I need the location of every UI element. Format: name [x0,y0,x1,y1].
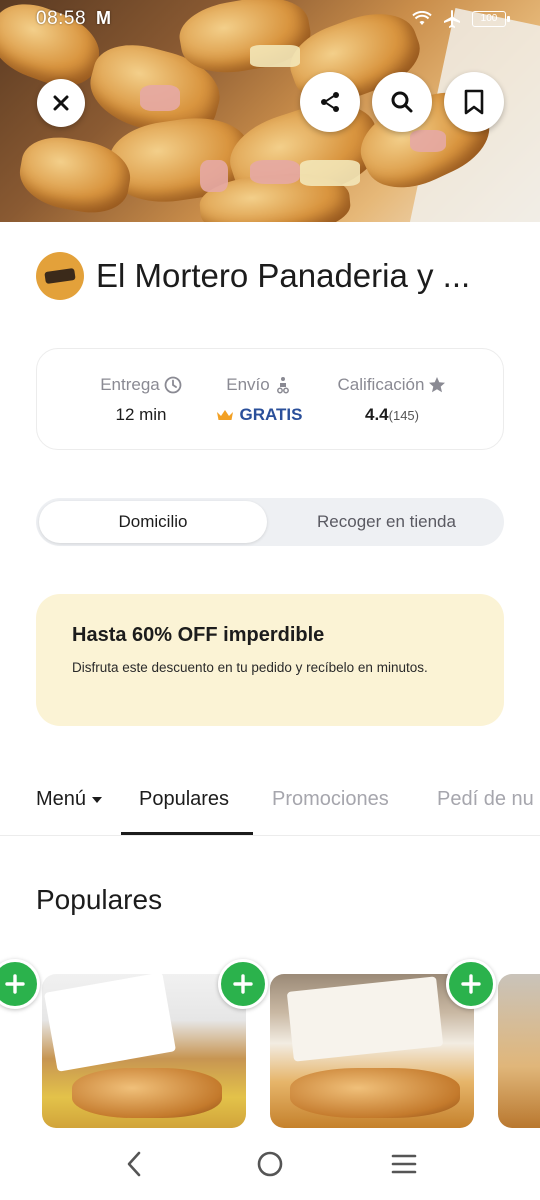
close-button[interactable] [37,79,85,127]
share-icon [321,92,339,112]
store-info-card: Entrega 12 min Envío GRATIS Calificación… [36,348,504,450]
promo-description: Disfruta este descuento en tu pedido y r… [72,660,428,675]
status-icons: 100 [412,9,510,29]
tab-promociones[interactable]: Promociones [272,788,389,811]
cheese-slice [300,160,360,186]
crown-icon [216,410,233,420]
menu-dropdown[interactable]: Menú [36,788,103,811]
product-image-box-lid [43,974,177,1072]
active-tab-indicator [121,832,253,835]
tab-populares[interactable]: Populares [139,788,229,811]
plus-icon [5,974,25,994]
back-button[interactable] [118,1148,150,1180]
delivery-option[interactable]: Domicilio [39,501,267,543]
recents-button[interactable] [388,1148,420,1180]
pickup-option[interactable]: Recoger en tienda [272,501,501,543]
ham-slice [200,160,228,192]
tab-pedi-de-nuevo[interactable]: Pedí de nu [437,788,534,811]
menu-dropdown-label: Menú [36,788,87,810]
shipping-label: Envío [226,375,270,394]
shipping-label-row: Envío [209,375,309,395]
delivery-time-label: Entrega [100,375,160,394]
star-icon [429,377,446,393]
plus-icon [461,974,481,994]
category-tabs: Menú Populares Promociones Pedí de nu [0,770,540,836]
store-header: El Mortero Panaderia y ... [36,252,506,300]
rating-group: 4.4 (145) [365,405,419,425]
delivery-time-info: Entrega 12 min [91,375,191,425]
add-product-button[interactable] [218,959,268,1009]
bookmark-icon [464,89,484,115]
store-name: El Mortero Panaderia y ... [96,257,471,294]
rating-info: Calificación 4.4 (145) [327,375,457,425]
shipping-info: Envío GRATIS [209,375,309,425]
share-button[interactable] [300,72,360,132]
battery-icon: 100 [472,11,510,27]
product-image-pastries [72,1068,222,1118]
product-image-pastries [290,1068,460,1118]
back-icon [127,1151,141,1177]
ham-slice [410,130,446,152]
delivery-mode-toggle: Domicilio Recoger en tienda [36,498,504,546]
rating-value-row: 4.4 (145) [327,405,457,425]
status-bar: 08:58 M 100 [0,0,540,40]
rating-label: Calificación [337,375,425,394]
promo-title: Hasta 60% OFF imperdible [72,624,325,646]
bookmark-button[interactable] [444,72,504,132]
cheese-slice [250,45,300,67]
delivery-time-label-row: Entrega [91,375,191,395]
home-button[interactable] [254,1148,286,1180]
search-button[interactable] [372,72,432,132]
product-card[interactable] [498,974,540,1128]
scooter-icon [276,377,289,394]
add-product-button[interactable] [446,959,496,1009]
notification-icon: M [96,8,111,28]
add-product-button[interactable] [0,959,40,1009]
product-card[interactable] [42,974,246,1128]
ham-slice [250,160,300,184]
rating-label-row: Calificación [327,375,457,395]
home-icon [257,1151,283,1177]
rating-count: (145) [388,408,419,423]
rating-value: 4.4 [365,405,389,424]
promo-banner[interactable]: Hasta 60% OFF imperdible Disfruta este d… [36,594,504,726]
section-title: Populares [36,884,163,915]
wifi-icon [412,11,432,25]
caret-down-icon [92,796,103,803]
clock-icon [164,376,182,394]
store-logo [36,252,84,300]
product-card[interactable] [270,974,474,1128]
ham-slice [140,85,180,111]
shipping-value: GRATIS [239,405,303,424]
system-nav-bar [0,1128,540,1200]
airplane-icon [444,10,460,28]
shipping-value-row: GRATIS [209,405,309,425]
menu-icon [391,1154,417,1174]
plus-icon [233,974,253,994]
search-icon [391,91,413,113]
close-icon [53,95,69,111]
product-image-box-lid [286,976,444,1062]
status-time: 08:58 [36,8,87,29]
delivery-time-value: 12 min [115,405,167,424]
store-logo-mark [44,267,76,285]
